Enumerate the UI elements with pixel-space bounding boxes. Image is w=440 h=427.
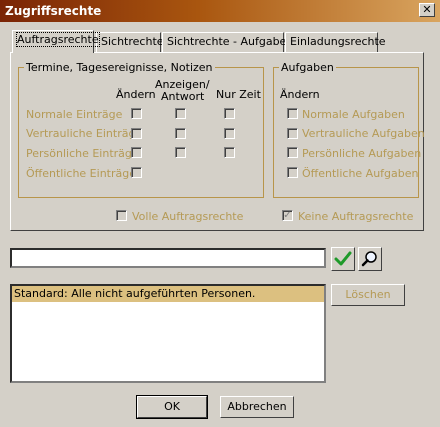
row-label-normale-eintraege: Normale Einträge [26,108,123,121]
oeffentliche-aufgaben-label: Öffentliche Aufgaben [302,167,419,180]
persoenliche-aufgaben-label: Persönliche Aufgaben [302,147,422,160]
aufgaben-col-aendern-label: Ändern [280,88,320,101]
vertrauliche-nurzeit-checkbox[interactable] [224,128,235,139]
col-anzeigen-label-2: Antwort [161,90,205,103]
magnifier-icon [361,251,377,267]
col-nurzeit-label: Nur Zeit [216,88,261,101]
tab-auftragsrechte[interactable]: Auftragsrechte [12,30,100,53]
loeschen-button[interactable]: Löschen [331,284,405,306]
list-item[interactable]: Standard: Alle nicht aufgeführten Person… [12,286,324,302]
confirm-button[interactable] [331,247,355,271]
normale-aufgaben-label: Normale Aufgaben [302,108,405,121]
vertrauliche-aendern-checkbox[interactable] [131,128,142,139]
persoenliche-aendern-checkbox[interactable] [131,147,142,158]
close-button[interactable]: ✕ [419,3,435,17]
checkmark-icon [334,251,352,266]
col-aendern-label: Ändern [116,88,156,101]
tab-label: Sichtrechte - Aufgaben [167,35,294,48]
tab-sichtrechte-aufgaben[interactable]: Sichtrechte - Aufgaben [162,32,293,52]
vertrauliche-anzeigen-checkbox[interactable] [175,128,186,139]
search-button[interactable] [358,247,382,271]
normale-aendern-checkbox[interactable] [131,108,142,119]
abbrechen-button[interactable]: Abbrechen [220,396,294,418]
person-input[interactable] [10,248,326,268]
row-label-persoenliche-eintraege: Persönliche Einträge [26,147,139,160]
volle-auftragsrechte-checkbox[interactable] [116,210,127,221]
persoenliche-anzeigen-checkbox[interactable] [175,147,186,158]
keine-auftragsrechte-label: Keine Auftragsrechte [298,210,414,223]
persoenliche-nurzeit-checkbox[interactable] [224,147,235,158]
persoenliche-aufgaben-checkbox[interactable] [287,147,298,158]
vertrauliche-aufgaben-checkbox[interactable] [287,128,298,139]
tab-sichtrechte[interactable]: Sichtrechte [96,32,164,52]
tab-label: Einladungsrechte [290,35,386,48]
aufgaben-group-label: Aufgaben [279,61,336,74]
normale-aufgaben-checkbox[interactable] [287,108,298,119]
row-label-vertrauliche-eintraege: Vertrauliche Einträge [26,127,143,140]
vertrauliche-aufgaben-label: Vertrauliche Aufgaben [302,127,425,140]
normale-nurzeit-checkbox[interactable] [224,108,235,119]
keine-auftragsrechte-checkbox[interactable]: ✓ [282,210,293,221]
title-bar: Zugriffsrechte [0,0,440,22]
oeffentliche-aufgaben-checkbox[interactable] [287,167,298,178]
persons-list[interactable]: Standard: Alle nicht aufgeführten Person… [10,284,326,383]
ok-button[interactable]: OK [136,395,208,419]
termine-group-label: Termine, Tagesereignisse, Notizen [24,61,215,74]
tab-label: Sichtrechte [101,35,164,48]
row-label-oeffentliche-eintraege: Öffentliche Einträge [26,167,136,180]
window-title: Zugriffsrechte [5,4,102,18]
oeffentliche-aendern-checkbox[interactable] [131,167,142,178]
normale-anzeigen-checkbox[interactable] [175,108,186,119]
tab-einladungsrechte[interactable]: Einladungsrechte [285,32,386,52]
volle-auftragsrechte-label: Volle Auftragsrechte [132,210,244,223]
close-icon: ✕ [422,3,432,16]
tab-label: Auftragsrechte [16,32,100,47]
checkmark-icon: ✓ [283,210,292,221]
